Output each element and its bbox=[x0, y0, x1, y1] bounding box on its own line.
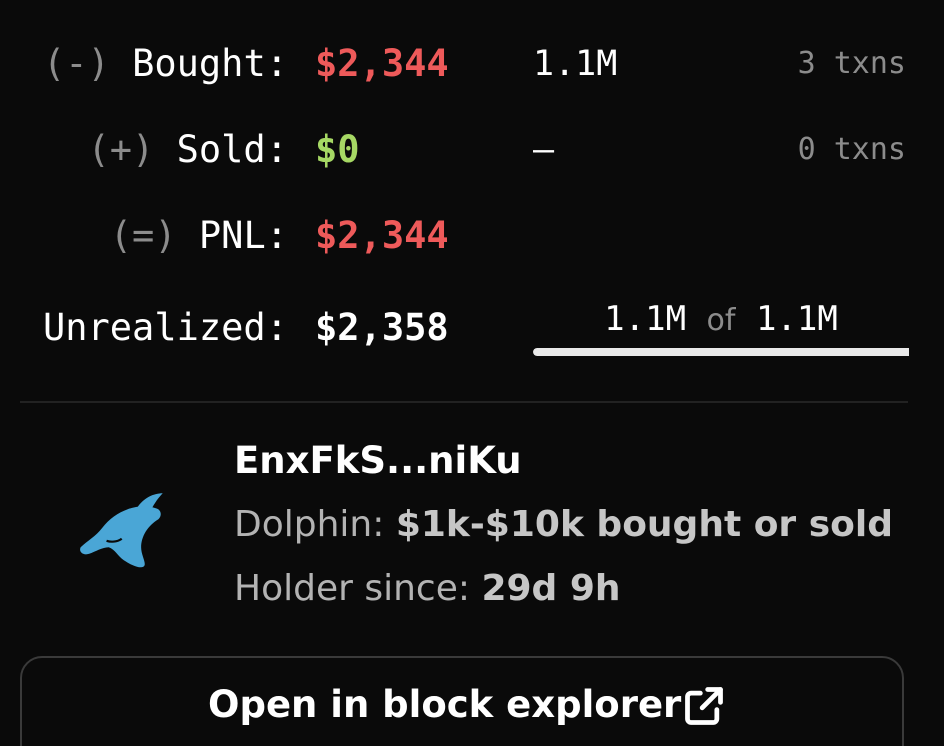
bought-txns: 3 txns bbox=[797, 46, 906, 81]
holder-since-value: 29d 9h bbox=[481, 568, 621, 609]
pnl-row: (=) PNL: $2,344 bbox=[0, 206, 944, 266]
wallet-tier: Dolphin: $1k-$10k bought or sold bbox=[234, 500, 893, 550]
bought-value: $2,344 bbox=[315, 42, 449, 85]
pnl-label-group: (=) PNL: bbox=[110, 206, 288, 266]
external-link-icon bbox=[685, 687, 723, 725]
pnl-sign: (=) bbox=[109, 214, 177, 257]
holdings-held: 1.1M bbox=[604, 299, 687, 339]
holdings-progress-fill bbox=[533, 348, 909, 356]
unrealized-label-group: Unrealized: bbox=[43, 298, 288, 358]
unrealized-value: $2,358 bbox=[315, 306, 449, 349]
holdings-text: 1.1M of 1.1M bbox=[533, 296, 909, 344]
bought-label: Bought: bbox=[132, 42, 288, 85]
holdings-progress-track bbox=[533, 348, 909, 356]
bought-row: (-) Bought: $2,344 1.1M 3 txns bbox=[0, 34, 944, 94]
holdings-progress: 1.1M of 1.1M bbox=[533, 296, 909, 366]
open-block-explorer-button[interactable]: Open in block explorer bbox=[20, 656, 904, 746]
sold-label-group: (+) Sold: bbox=[88, 120, 289, 180]
sold-label: Sold: bbox=[176, 128, 288, 171]
sold-txns: 0 txns bbox=[797, 132, 906, 167]
wallet-holder-since: Holder since: 29d 9h bbox=[234, 564, 621, 614]
bought-amount: 1.1M bbox=[533, 44, 618, 84]
sold-sign: (+) bbox=[87, 128, 155, 171]
wallet-trade-summary: (-) Bought: $2,344 1.1M 3 txns (+) Sold:… bbox=[0, 0, 944, 746]
wallet-tier-desc: $1k-$10k bought or sold bbox=[395, 504, 893, 545]
section-divider bbox=[20, 401, 908, 403]
bought-sign: (-) bbox=[42, 42, 110, 85]
bought-label-group: (-) Bought: bbox=[43, 34, 288, 94]
pnl-value: $2,344 bbox=[315, 214, 449, 257]
unrealized-label: Unrealized: bbox=[42, 306, 288, 349]
open-block-explorer-label: Open in block explorer bbox=[208, 683, 682, 726]
sold-row: (+) Sold: $0 – 0 txns bbox=[0, 120, 944, 180]
sold-amount: – bbox=[533, 130, 555, 170]
holdings-total: 1.1M bbox=[755, 299, 838, 339]
wallet-tier-label: Dolphin: bbox=[234, 504, 385, 545]
holder-since-label: Holder since: bbox=[234, 568, 470, 609]
holdings-of: of bbox=[706, 303, 736, 338]
wallet-address[interactable]: EnxFkS...niKu bbox=[234, 436, 522, 486]
pnl-label: PNL: bbox=[198, 214, 288, 257]
dolphin-icon bbox=[80, 493, 163, 568]
sold-value: $0 bbox=[315, 128, 360, 171]
